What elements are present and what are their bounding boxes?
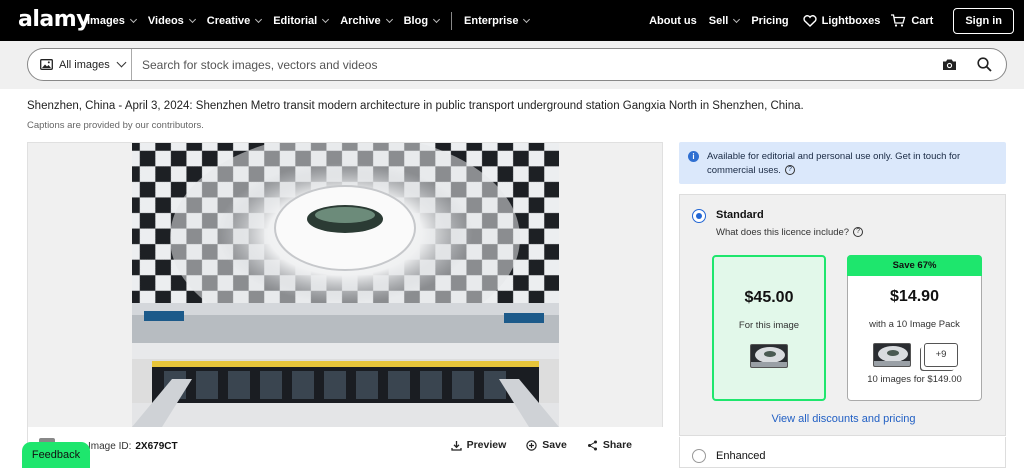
pack-price-text: with a 10 Image Pack <box>869 319 960 330</box>
plus-circle-icon <box>526 439 537 451</box>
action-label: Preview <box>466 439 507 451</box>
image-id: Image ID: 2X679CT <box>88 441 178 452</box>
nav-item-blog[interactable]: Blog <box>403 14 441 27</box>
image-thumbnail <box>750 344 788 368</box>
nav-cart[interactable]: Cart <box>890 14 933 27</box>
help-icon[interactable]: ? <box>784 165 795 176</box>
image-id-value: 2X679CT <box>135 441 178 452</box>
nav-item-videos[interactable]: Videos <box>147 14 196 27</box>
sign-in-button[interactable]: Sign in <box>953 7 1014 34</box>
image-icon <box>40 59 53 70</box>
pack-footnote: 10 images for $149.00 <box>867 374 962 385</box>
feedback-button[interactable]: Feedback <box>22 442 90 468</box>
nav-item-editorial[interactable]: Editorial <box>273 14 330 27</box>
nav-label: Videos <box>147 14 184 27</box>
pack-price: $14.90 <box>890 288 939 305</box>
search-input[interactable] <box>132 57 942 72</box>
search-actions <box>942 57 992 72</box>
standard-licence-radio[interactable] <box>692 209 706 223</box>
search-icon[interactable] <box>977 57 992 72</box>
single-price: $45.00 <box>744 289 794 306</box>
usage-info-banner: i Available for editorial and personal u… <box>679 142 1006 184</box>
nav-item-archive[interactable]: Archive <box>340 14 393 27</box>
image-id-label: Image ID: <box>88 441 132 452</box>
nav-label: Editorial <box>273 14 318 27</box>
enhanced-licence-option[interactable]: Enhanced <box>679 437 1006 468</box>
nav-label: Lightboxes <box>821 14 881 27</box>
preview-button[interactable]: Preview <box>450 439 507 451</box>
chevron-down-icon <box>523 15 531 23</box>
account-menu: About us Sell Pricing Lightboxes Cart Si… <box>649 0 1014 41</box>
licence-question: What does this licence include? <box>716 227 850 238</box>
plus-nine-images: +9 <box>924 343 958 367</box>
action-label: Share <box>602 439 632 451</box>
single-price-text: For this image <box>738 320 800 331</box>
nav-label: Cart <box>911 14 934 27</box>
nav-label: Creative <box>206 14 251 27</box>
enhanced-licence-radio[interactable] <box>692 449 706 463</box>
image-meta-bar: Image ID: 2X679CT Preview Save Share <box>28 427 664 468</box>
search-scope-label: All images <box>59 58 110 71</box>
usage-info-text: Available for editorial and personal use… <box>707 151 961 176</box>
info-icon: i <box>688 151 699 162</box>
nav-label: Sell <box>708 14 729 27</box>
share-icon <box>587 440 597 450</box>
image-actions: Preview Save Share <box>431 439 632 451</box>
image-caption: Shenzhen, China - April 3, 2024: Shenzhe… <box>27 100 804 112</box>
search-strip: All images <box>0 41 1024 89</box>
chevron-down-icon <box>255 15 263 23</box>
nav-label: Archive <box>340 14 381 27</box>
main-menu: Images Videos Creative Editorial Archive… <box>87 0 541 41</box>
nav-item-enterprise[interactable]: Enterprise <box>464 14 531 27</box>
help-icon: ? <box>853 227 864 238</box>
save-button[interactable]: Save <box>526 439 567 451</box>
enhanced-licence-label: Enhanced <box>716 450 766 462</box>
caption-note: Captions are provided by our contributor… <box>27 120 204 131</box>
image-thumbnail <box>873 343 911 367</box>
nav-sell[interactable]: Sell <box>708 14 741 27</box>
chevron-down-icon <box>433 15 441 23</box>
nav-pricing[interactable]: Pricing <box>751 15 788 27</box>
chevron-down-icon <box>733 15 741 23</box>
chevron-down-icon <box>129 15 137 23</box>
nav-lightboxes[interactable]: Lightboxes <box>803 14 881 27</box>
camera-icon[interactable] <box>942 58 957 71</box>
stock-photo[interactable] <box>132 143 559 427</box>
metro-station-photo <box>132 143 559 427</box>
search-scope-dropdown[interactable]: All images <box>28 49 132 80</box>
heart-icon <box>803 14 817 27</box>
top-navigation: alamy Images Videos Creative Editorial A… <box>0 0 1024 41</box>
nav-item-creative[interactable]: Creative <box>206 14 263 27</box>
chevron-down-icon <box>116 57 127 68</box>
search-bar: All images <box>27 48 1007 81</box>
single-image-option[interactable]: $45.00 For this image <box>712 255 826 401</box>
savings-badge: Save 67% <box>847 255 982 276</box>
nav-divider <box>451 11 453 30</box>
cart-icon <box>891 14 906 27</box>
share-button[interactable]: Share <box>587 439 632 451</box>
chevron-down-icon <box>385 15 393 23</box>
standard-licence-label: Standard <box>716 209 764 221</box>
alamy-logo[interactable]: alamy <box>18 7 91 32</box>
nav-label: Enterprise <box>464 14 519 27</box>
image-viewer: Image ID: 2X679CT Preview Save Share <box>27 142 664 468</box>
nav-label: Images <box>87 14 125 27</box>
image-pack-option[interactable]: Save 67% $14.90 with a 10 Image Pack +9 … <box>847 255 982 401</box>
action-label: Save <box>542 439 567 451</box>
nav-about-us[interactable]: About us <box>649 15 697 27</box>
nav-item-images[interactable]: Images <box>87 14 137 27</box>
chevron-down-icon <box>188 15 196 23</box>
nav-label: Blog <box>403 14 429 27</box>
licence-selector: Standard What does this licence include?… <box>679 194 1006 436</box>
licence-info-link[interactable]: What does this licence include?? <box>716 227 864 238</box>
download-icon <box>450 440 462 451</box>
chevron-down-icon <box>322 15 330 23</box>
view-all-pricing-link[interactable]: View all discounts and pricing <box>680 413 1007 425</box>
